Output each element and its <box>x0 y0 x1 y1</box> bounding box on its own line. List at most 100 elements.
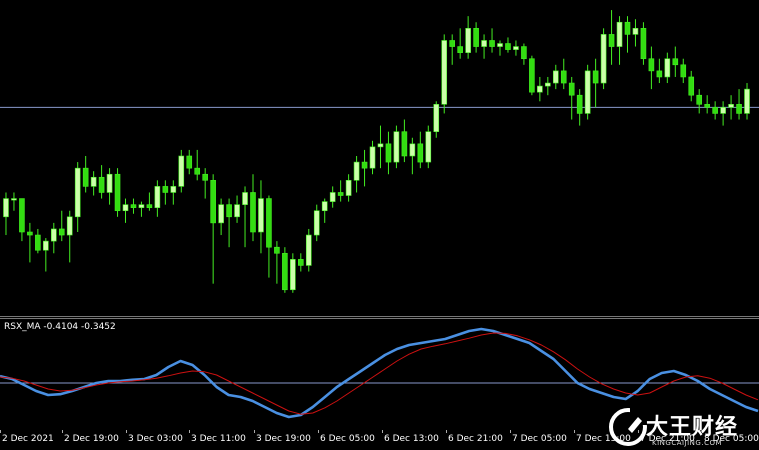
candle <box>178 149 185 193</box>
candle-body <box>672 58 679 66</box>
candle-body <box>680 64 687 78</box>
candle <box>680 58 687 84</box>
candle-body <box>218 204 224 224</box>
candle-body <box>409 143 416 157</box>
candle-body <box>736 104 742 114</box>
candle-body <box>457 46 463 53</box>
candle <box>529 55 535 96</box>
candle-body <box>27 231 33 236</box>
candle-body <box>545 82 551 87</box>
candle <box>3 192 9 236</box>
candle-body <box>513 46 519 50</box>
watermark: 大王财经 KINGCAIJING.COM <box>608 405 759 450</box>
candle <box>154 180 161 217</box>
candle <box>552 64 559 90</box>
candle <box>90 171 97 196</box>
candle <box>640 22 647 65</box>
time-tick-mark <box>62 430 63 433</box>
time-tick-label: 3 Dec 11:00 <box>191 434 246 444</box>
candle <box>74 162 81 232</box>
candle-body <box>648 58 655 72</box>
candle <box>361 149 368 187</box>
candle <box>489 28 495 53</box>
candle <box>35 228 41 254</box>
candle-body <box>210 180 216 224</box>
candle-body <box>321 201 328 212</box>
candle-body <box>138 204 145 208</box>
candle <box>513 40 519 56</box>
candle-body <box>481 40 487 47</box>
candle-body <box>345 180 352 196</box>
candle-body <box>162 186 169 193</box>
candle <box>194 149 201 181</box>
candle <box>242 186 248 248</box>
candle <box>744 83 750 120</box>
candle-body <box>712 107 718 114</box>
candle <box>11 192 17 211</box>
candle-body <box>146 204 153 208</box>
candle <box>305 228 312 272</box>
candle-body <box>313 210 320 236</box>
candle <box>58 210 65 242</box>
candle <box>106 168 113 205</box>
candle-body <box>353 161 360 181</box>
candle-body <box>298 259 304 266</box>
candle-body <box>568 82 575 96</box>
candle <box>385 131 392 175</box>
candle <box>290 253 296 293</box>
candle <box>274 241 280 284</box>
candle-body <box>74 167 81 218</box>
candle-body <box>377 143 384 148</box>
candle-body <box>417 143 424 163</box>
candle <box>202 168 208 199</box>
candle <box>234 195 240 223</box>
candle-body <box>266 198 272 248</box>
candle-body <box>178 155 185 187</box>
candle <box>122 198 129 223</box>
candle <box>337 180 344 202</box>
candle-body <box>433 104 440 132</box>
candle <box>616 16 623 65</box>
price-chart <box>0 10 759 293</box>
candle-body <box>704 104 710 108</box>
indicator-label: RSX_MA -0.4104 -0.3452 <box>4 322 116 332</box>
candle <box>98 165 105 199</box>
candle <box>545 76 551 96</box>
candle <box>560 58 567 90</box>
candle <box>568 76 575 120</box>
candle <box>712 101 718 120</box>
candle <box>457 28 463 59</box>
candle-body <box>329 192 336 202</box>
time-tick-mark <box>382 430 383 433</box>
candle-body <box>19 198 25 233</box>
candle-body <box>337 192 344 196</box>
candle-body <box>106 173 113 193</box>
candle-body <box>656 70 663 78</box>
candle <box>146 192 153 211</box>
candle-body <box>632 28 639 35</box>
candle-body <box>282 252 288 291</box>
candle <box>250 174 256 242</box>
candle <box>369 140 376 175</box>
time-tick-label: 2 Dec 19:00 <box>64 434 119 444</box>
candle <box>537 76 543 102</box>
candle-body <box>98 176 105 193</box>
price-chart-pane[interactable] <box>0 0 759 316</box>
candle <box>282 247 288 293</box>
candle-body <box>90 176 97 187</box>
candle <box>417 131 424 169</box>
candle <box>313 204 320 242</box>
candle-body <box>521 46 527 60</box>
candle-body <box>393 131 400 163</box>
candle <box>672 46 679 77</box>
candle-body <box>258 198 264 233</box>
candle-body <box>744 88 750 114</box>
candle <box>441 34 448 114</box>
candle-body <box>560 70 567 84</box>
candle-body <box>497 43 503 47</box>
candle <box>465 16 471 59</box>
candle-body <box>234 204 240 218</box>
time-tick-label: 6 Dec 13:00 <box>384 434 439 444</box>
candle <box>720 101 726 126</box>
watermark-logo-icon <box>609 407 648 446</box>
